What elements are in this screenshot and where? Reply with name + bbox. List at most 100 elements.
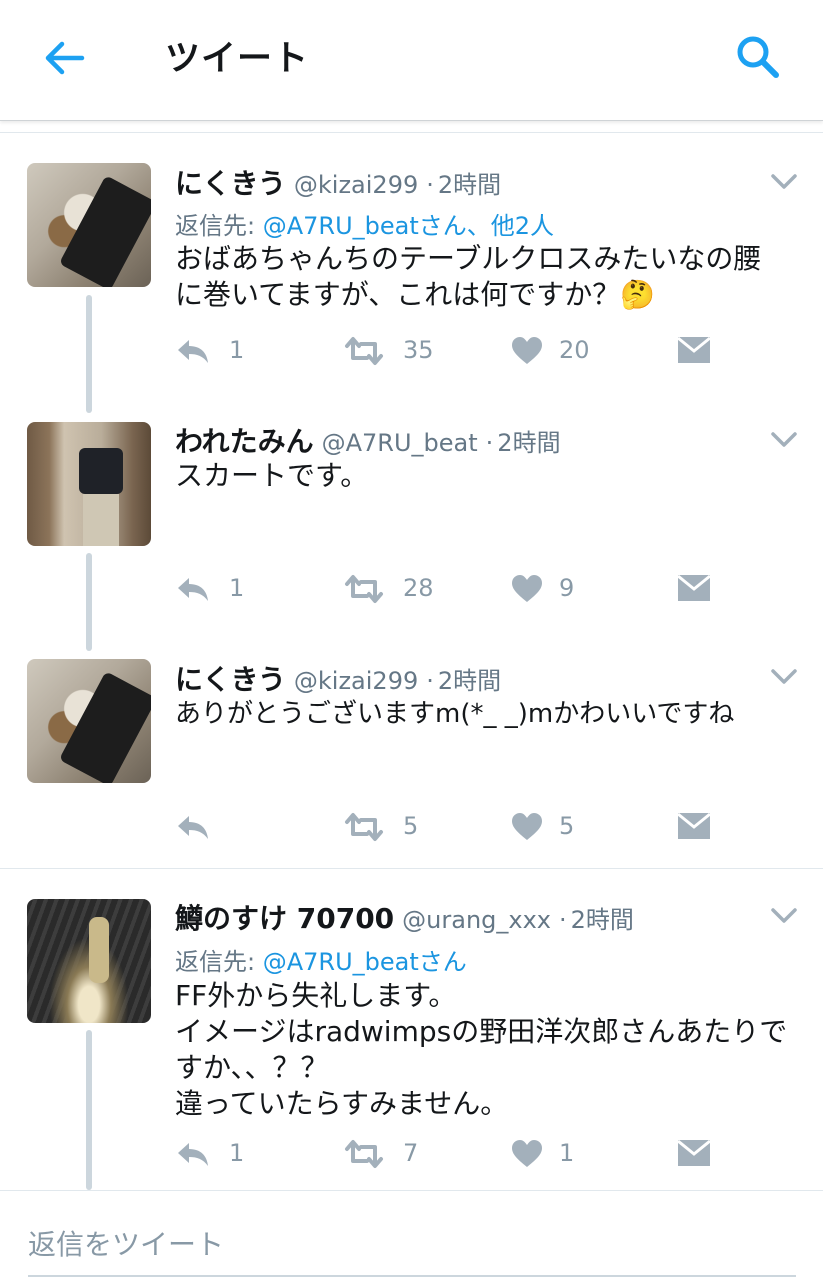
tweet-header: にくきう @kizai299 · 2時間: [175, 162, 501, 202]
tweet-header: にくきう @kizai299 · 2時間: [175, 658, 501, 698]
chevron-down-icon[interactable]: [770, 667, 798, 687]
tweet-actions: 1 7 1: [175, 1135, 735, 1175]
user-handle[interactable]: @urang_xxx: [402, 906, 551, 934]
tweet-text: ありがとうございますm(*_ _)mかわいいですね: [175, 696, 815, 732]
top-bar: ツイート: [0, 0, 823, 121]
retweet-icon: [345, 813, 383, 841]
heart-icon: [512, 1140, 542, 1167]
chevron-down-icon[interactable]: [770, 906, 798, 926]
header-divider: [0, 132, 823, 133]
separator-dot: ·: [426, 171, 434, 199]
retweet-count: 7: [403, 1139, 419, 1167]
timestamp[interactable]: 2時間: [571, 906, 634, 934]
tweet-text: FF外から失礼します。 イメージはradwimpsの野田洋次郎さんあたりで すか…: [175, 978, 805, 1122]
reply-button[interactable]: [175, 808, 255, 848]
tweet-text: おばあちゃんちのテーブルクロスみたいなの腰 に巻いてますが、これは何ですか？🤔: [175, 241, 805, 313]
display-name[interactable]: 鱒のすけ 70700: [175, 902, 394, 935]
tweet-text-line: イメージはradwimpsの野田洋次郎さんあたりで: [175, 1015, 788, 1048]
retweet-button[interactable]: 35: [343, 332, 443, 372]
retweet-count: 35: [403, 336, 434, 364]
back-arrow-icon[interactable]: [40, 34, 88, 82]
tweet-actions: 1 28 9: [175, 570, 735, 610]
reply-icon: [178, 816, 208, 839]
timestamp[interactable]: 2時間: [497, 429, 560, 457]
user-handle[interactable]: @kizai299: [294, 667, 418, 695]
tweet-text-line: おばあちゃんちのテーブルクロスみたいなの腰: [175, 242, 762, 275]
reply-icon: [178, 578, 208, 601]
like-button[interactable]: 20: [511, 332, 611, 372]
chevron-down-icon[interactable]: [770, 430, 798, 450]
reply-icon: [178, 340, 208, 363]
separator-dot: ·: [485, 429, 494, 457]
reply-composer: 返信をツイート: [0, 1190, 823, 1281]
direct-message-button[interactable]: [677, 570, 717, 610]
avatar[interactable]: [27, 659, 151, 783]
direct-message-button[interactable]: [677, 1135, 717, 1175]
heart-icon: [512, 337, 542, 364]
retweet-button[interactable]: 5: [343, 808, 443, 848]
tweet-text-line: FF外から失礼します。: [175, 979, 457, 1012]
conversation-divider: [0, 868, 823, 869]
user-handle[interactable]: @kizai299: [294, 171, 418, 199]
reply-button[interactable]: 1: [175, 1135, 255, 1175]
envelope-icon: [677, 1139, 711, 1166]
like-count: 20: [559, 336, 590, 364]
like-button[interactable]: 1: [511, 1135, 611, 1175]
tweet-text-line: 違っていたらすみません。: [175, 1087, 509, 1120]
tweet-text: スカートです。: [175, 458, 805, 494]
separator-dot: ·: [559, 906, 567, 934]
retweet-button[interactable]: 7: [343, 1135, 443, 1175]
chevron-down-icon[interactable]: [770, 172, 798, 192]
user-handle[interactable]: @A7RU_beat: [322, 429, 478, 457]
search-icon[interactable]: [733, 32, 783, 82]
tweet-text-line: スカートです。: [175, 459, 369, 492]
like-button[interactable]: 5: [511, 808, 611, 848]
reply-count: 1: [229, 574, 245, 602]
avatar[interactable]: [27, 163, 151, 287]
tweet-actions: 5 5: [175, 808, 735, 848]
tweet-text-line: ありがとうございますm(*_ _)mかわいいですね: [175, 699, 735, 729]
tweet-text-line: すか、、？？: [175, 1051, 329, 1084]
reply-input[interactable]: 返信をツイート: [28, 1223, 224, 1263]
reply-prefix: 返信先:: [175, 948, 263, 976]
separator-dot: ·: [426, 667, 434, 695]
retweet-icon: [345, 337, 383, 365]
page-title: ツイート: [165, 39, 310, 79]
retweet-count: 5: [403, 812, 419, 840]
reply-to-link[interactable]: @A7RU_beatさん、他2人: [263, 212, 554, 240]
avatar[interactable]: [27, 422, 151, 546]
envelope-icon: [677, 336, 711, 363]
reply-context: 返信先: @A7RU_beatさん、他2人: [175, 206, 554, 241]
reply-count: 1: [229, 336, 245, 364]
retweet-icon: [345, 575, 383, 603]
display-name[interactable]: にくきう: [175, 167, 286, 200]
timestamp[interactable]: 2時間: [438, 171, 501, 199]
direct-message-button[interactable]: [677, 332, 717, 372]
retweet-button[interactable]: 28: [343, 570, 443, 610]
retweet-icon: [345, 1140, 383, 1168]
reply-to-link[interactable]: @A7RU_beatさん: [263, 948, 467, 976]
heart-icon: [512, 813, 542, 840]
reply-button[interactable]: 1: [175, 332, 255, 372]
reply-context: 返信先: @A7RU_beatさん: [175, 942, 467, 977]
tweet-text-line: に巻いてますが、これは何ですか？🤔: [175, 278, 656, 311]
display-name[interactable]: われたみん: [175, 425, 314, 458]
like-count: 9: [559, 574, 575, 602]
input-underline: [28, 1275, 796, 1277]
tweet-header: 鱒のすけ 70700 @urang_xxx · 2時間: [175, 897, 634, 937]
reply-icon: [178, 1143, 208, 1166]
like-count: 1: [559, 1139, 575, 1167]
envelope-icon: [677, 812, 711, 839]
tweet-actions: 1 35 20: [175, 332, 735, 372]
thread-connector: [86, 553, 92, 651]
tweet-header: われたみん @A7RU_beat · 2時間: [175, 420, 561, 460]
like-button[interactable]: 9: [511, 570, 611, 610]
reply-button[interactable]: 1: [175, 570, 255, 610]
timestamp[interactable]: 2時間: [438, 667, 501, 695]
avatar[interactable]: [27, 899, 151, 1023]
direct-message-button[interactable]: [677, 808, 717, 848]
display-name[interactable]: にくきう: [175, 663, 286, 696]
envelope-icon: [677, 574, 711, 601]
like-count: 5: [559, 812, 575, 840]
thread-connector: [86, 295, 92, 413]
